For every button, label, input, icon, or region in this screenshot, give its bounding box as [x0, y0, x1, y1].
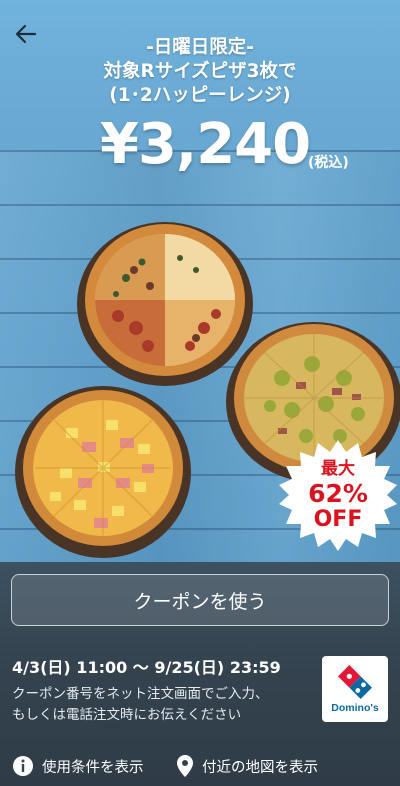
- terms-link-label: 使用条件を表示: [42, 759, 144, 776]
- use-coupon-button[interactable]: クーポンを使う: [11, 574, 389, 626]
- badge-line: OFF: [313, 507, 363, 532]
- tax-note: (税込): [308, 155, 349, 171]
- valid-period: 4/3(日) 11:00 〜 9/25(日) 23:59: [12, 658, 281, 677]
- map-link[interactable]: 付近の地図を表示: [176, 752, 318, 780]
- offer-headline: -日曜日限定- 対象Rサイズピザ3枚で (1･2ハッピーレンジ): [0, 36, 400, 108]
- headline-line: (1･2ハッピーレンジ): [109, 85, 291, 106]
- price: ¥3,240: [100, 112, 311, 177]
- dominos-logo: Domino's: [322, 656, 388, 722]
- price-row: ¥3,240 (税込): [0, 112, 400, 192]
- instruction-line: もしくは電話注文時にお伝えください: [12, 707, 242, 723]
- domino-tile-icon: [338, 664, 372, 699]
- pizza-image: [15, 386, 191, 558]
- badge-text: 最大 62% OFF: [276, 458, 400, 532]
- info-icon: [12, 755, 34, 777]
- map-link-label: 付近の地図を表示: [202, 759, 318, 776]
- discount-badge: 最大 62% OFF: [276, 438, 400, 562]
- coupon-instructions: クーポン番号をネット注文画面でご入力、 もしくは電話注文時にお伝えください: [12, 684, 312, 726]
- headline-line: 対象Rサイズピザ3枚で: [103, 61, 297, 82]
- headline-line: -日曜日限定-: [146, 37, 254, 58]
- brand-name: Domino's: [331, 701, 379, 714]
- map-pin-icon: [176, 754, 194, 778]
- hero-banner: -日曜日限定- 対象Rサイズピザ3枚で (1･2ハッピーレンジ) ¥3,240 …: [0, 0, 400, 566]
- terms-link[interactable]: 使用条件を表示: [12, 752, 144, 780]
- instruction-line: クーポン番号をネット注文画面でご入力、: [12, 686, 269, 702]
- coupon-panel: クーポンを使う 4/3(日) 11:00 〜 9/25(日) 23:59 クーポ…: [0, 562, 400, 786]
- badge-line: 62%: [308, 479, 368, 508]
- badge-line: 最大: [321, 459, 355, 479]
